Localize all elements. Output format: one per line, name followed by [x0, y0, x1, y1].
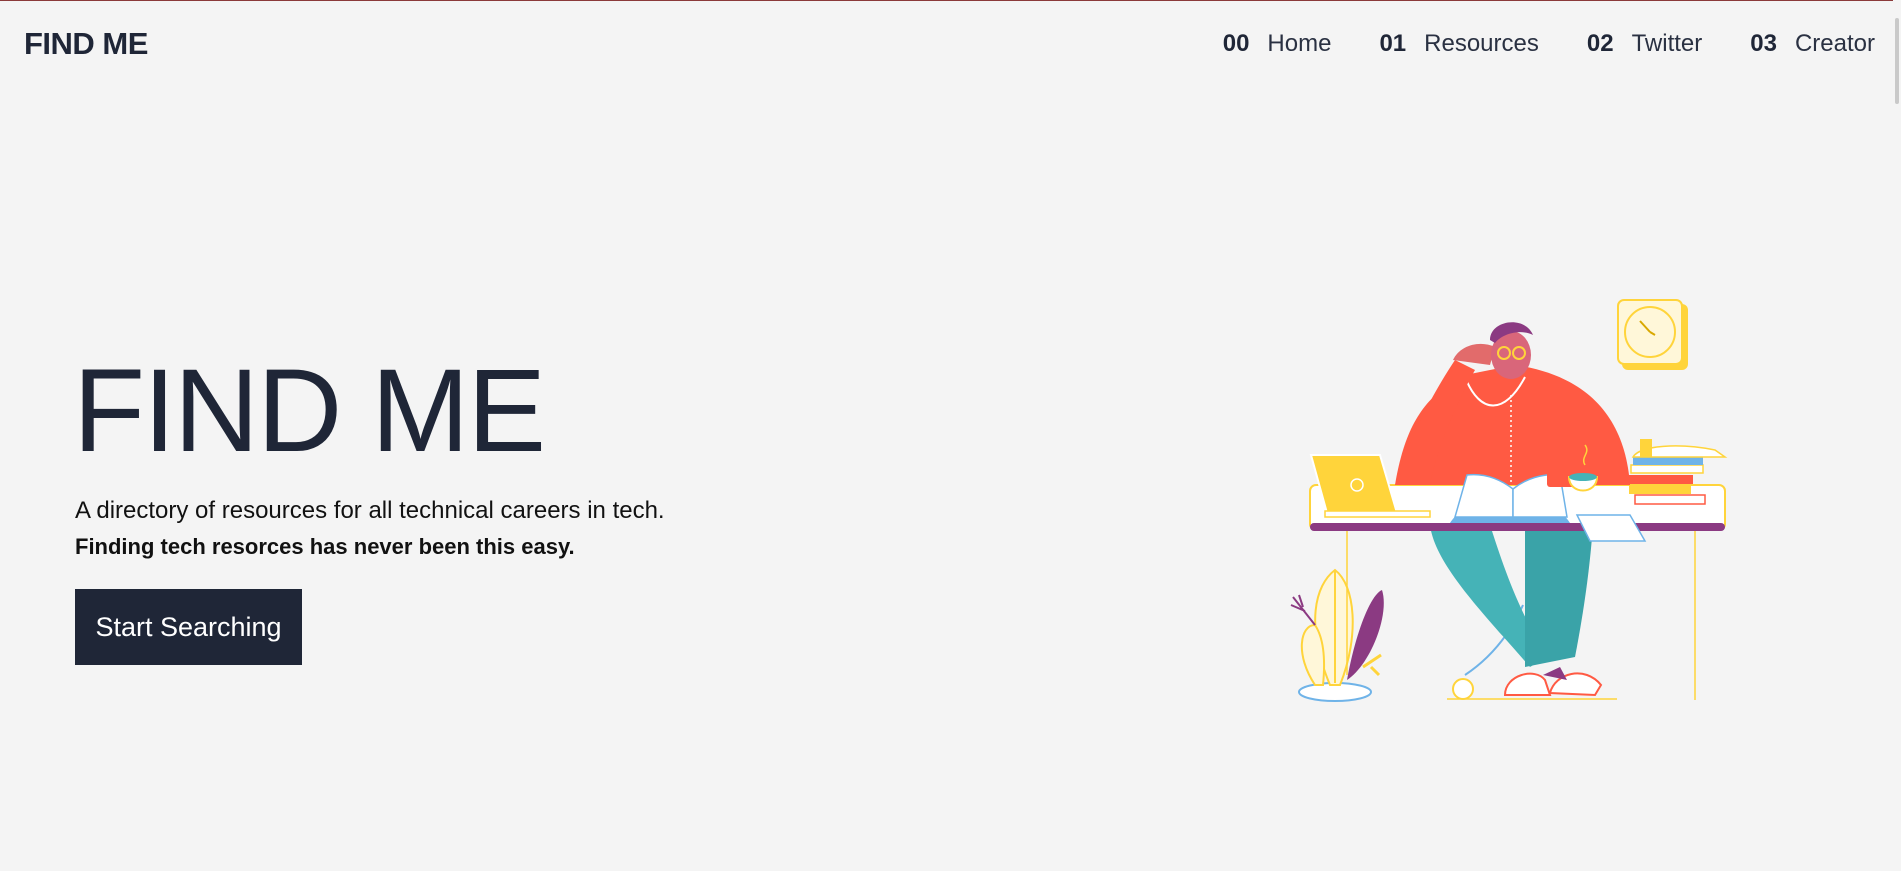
site-header: FIND ME 00 Home 01 Resources 02 Twitter … [0, 0, 1893, 90]
nav-label: Creator [1794, 30, 1875, 57]
site-logo[interactable]: FIND ME [24, 26, 148, 62]
nav-number: 01 [1379, 30, 1407, 57]
nav-number: 02 [1586, 30, 1614, 57]
main-nav: 00 Home 01 Resources 02 Twitter 03 Creat… [1175, 30, 1875, 58]
nav-label: Resources [1424, 30, 1539, 57]
hero-subtitle: A directory of resources for all technic… [75, 497, 665, 524]
person-at-desk-illustration [1290, 299, 1728, 702]
nav-label: Home [1267, 30, 1332, 57]
nav-item-twitter[interactable]: 02 Twitter [1587, 30, 1702, 58]
start-searching-button[interactable]: Start Searching [75, 589, 302, 665]
nav-number: 03 [1750, 30, 1777, 57]
scrollbar-thumb[interactable] [1895, 18, 1899, 104]
hero-title: FIND ME [73, 345, 546, 477]
nav-item-resources[interactable]: 01 Resources [1379, 30, 1538, 58]
nav-item-creator[interactable]: 03 Creator [1750, 30, 1875, 58]
clock-icon [1617, 299, 1688, 370]
hero-tagline: Finding tech resorces has never been thi… [75, 534, 575, 559]
nav-item-home[interactable]: 00 Home [1223, 30, 1332, 58]
nav-label: Twitter [1631, 30, 1703, 57]
plant-icon [1290, 568, 1384, 702]
scrollbar[interactable] [1893, 0, 1901, 871]
nav-number: 00 [1222, 30, 1250, 57]
